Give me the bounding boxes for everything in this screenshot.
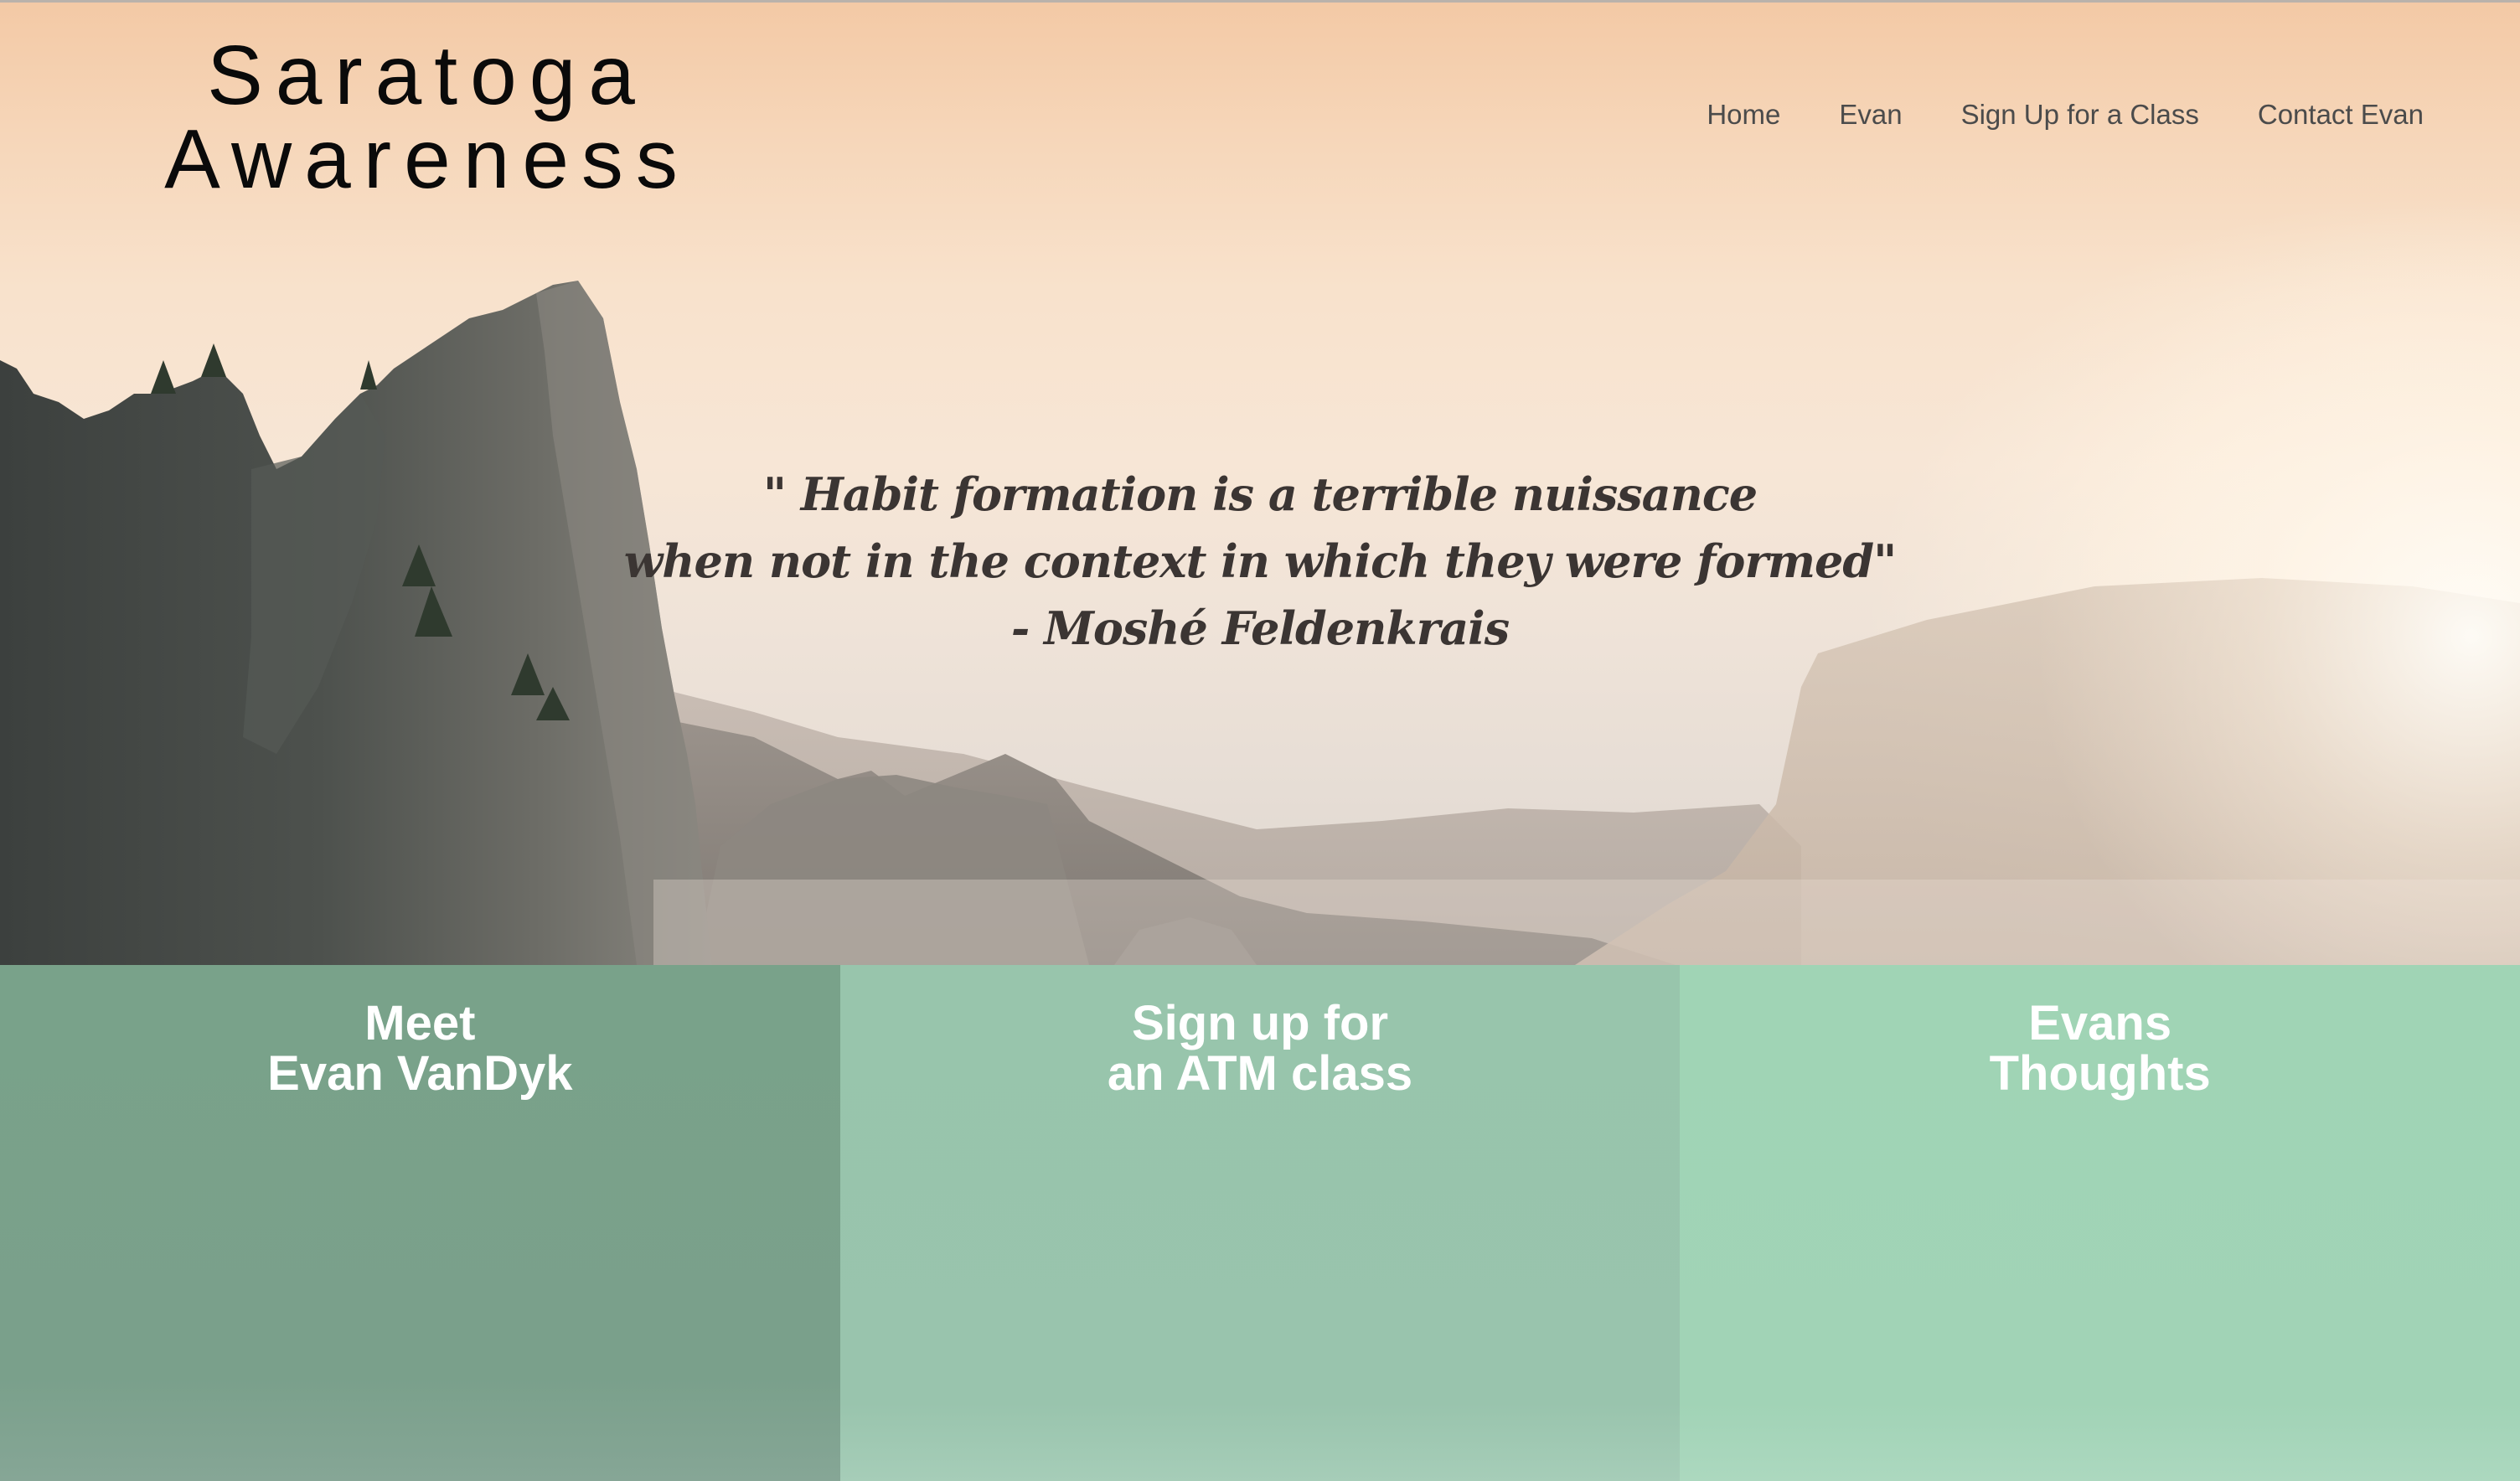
hero-banner: Saratoga Awareness Home Evan Sign Up for… bbox=[0, 0, 2520, 965]
nav-item-contact[interactable]: Contact Evan bbox=[2258, 99, 2424, 131]
feature-panels: Meet Evan VanDyk Sign up for an ATM clas… bbox=[0, 965, 2520, 1481]
panel-meet-evan[interactable]: Meet Evan VanDyk bbox=[0, 965, 840, 1481]
nav-item-evan[interactable]: Evan bbox=[1839, 99, 1902, 131]
site-logo[interactable]: Saratoga Awareness bbox=[101, 34, 754, 201]
panel-title-line-1: Meet bbox=[364, 996, 476, 1050]
nav-item-sign-up[interactable]: Sign Up for a Class bbox=[1961, 99, 2199, 131]
logo-line-1: Saratoga bbox=[207, 28, 648, 122]
logo-line-2: Awareness bbox=[164, 112, 690, 206]
panel-title-line-1: Evans bbox=[2028, 996, 2172, 1050]
quote-author: - Moshé Feldenkrais bbox=[1010, 601, 1510, 655]
nav-item-home[interactable]: Home bbox=[1707, 99, 1780, 131]
hero-quote: " Habit formation is a terrible nuissanc… bbox=[0, 461, 2520, 662]
quote-line-2: when not in the context in which they we… bbox=[623, 534, 1898, 588]
main-nav: Home Evan Sign Up for a Class Contact Ev… bbox=[1707, 94, 2424, 136]
panel-title-line-1: Sign up for bbox=[1131, 996, 1389, 1050]
panel-evans-thoughts[interactable]: Evans Thoughts bbox=[1680, 965, 2520, 1481]
page: Saratoga Awareness Home Evan Sign Up for… bbox=[0, 0, 2520, 1481]
quote-line-1: " Habit formation is a terrible nuissanc… bbox=[762, 467, 1758, 521]
panel-title-line-2: Thoughts bbox=[1989, 1046, 2211, 1101]
panel-title-line-2: an ATM class bbox=[1107, 1046, 1413, 1101]
panel-title-line-2: Evan VanDyk bbox=[267, 1046, 573, 1101]
panel-sign-up-atm[interactable]: Sign up for an ATM class bbox=[839, 965, 1681, 1481]
